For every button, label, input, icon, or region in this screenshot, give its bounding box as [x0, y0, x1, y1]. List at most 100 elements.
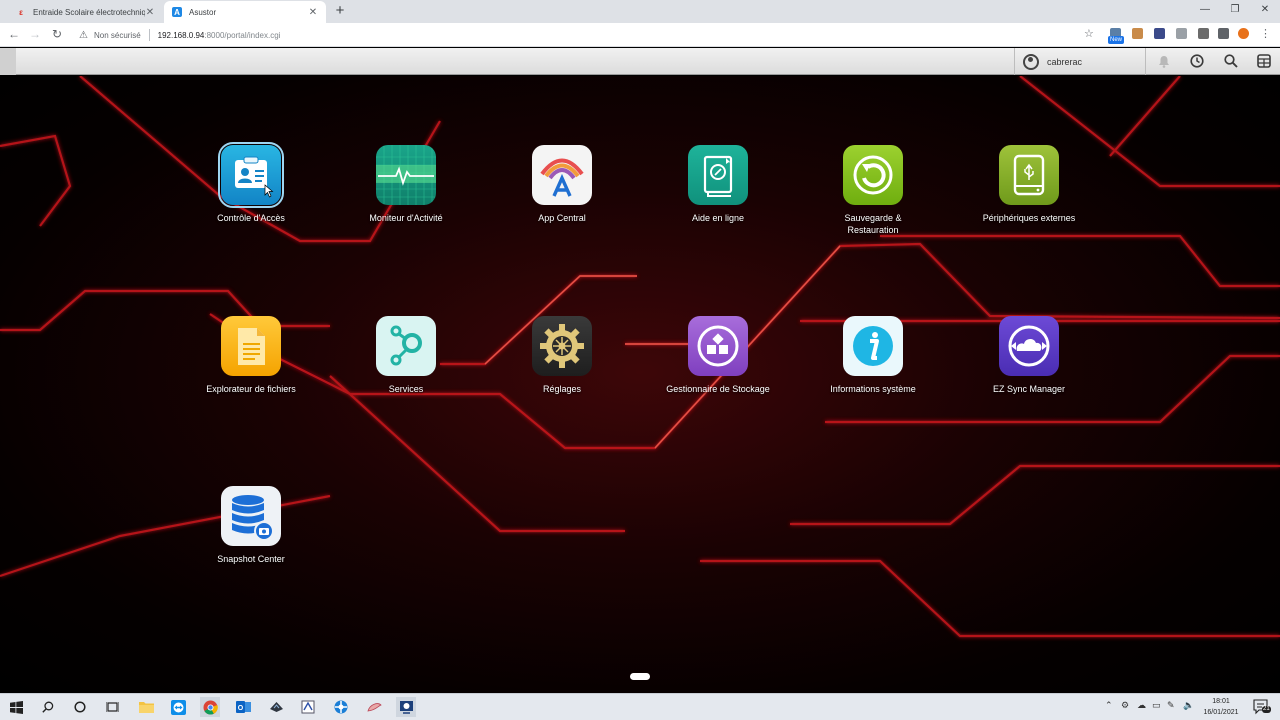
- user-menu[interactable]: cabrerac: [1014, 48, 1146, 75]
- folder-icon[interactable]: [136, 697, 156, 717]
- tab-entraide[interactable]: ε Entraide Scolaire électrotechnique ✕: [8, 1, 163, 23]
- app-icon[interactable]: [364, 697, 384, 717]
- app-label: Explorateur de fichiers: [206, 384, 296, 394]
- tray-app-icon[interactable]: ✎: [1167, 700, 1175, 711]
- external-devices-icon: [999, 145, 1059, 205]
- app-label: Services: [388, 384, 424, 394]
- entraide-favicon-icon: ε: [19, 7, 23, 17]
- system-info-icon: [843, 316, 903, 376]
- reload-icon[interactable]: ↻: [49, 26, 65, 42]
- app-central-icon: [532, 145, 592, 205]
- close-window-icon[interactable]: ✕: [1250, 0, 1280, 20]
- activity-monitor-icon: [376, 145, 436, 205]
- clock-time: 18:01: [1212, 698, 1230, 705]
- minimize-icon[interactable]: —: [1190, 0, 1220, 20]
- asustor-control-center-icon[interactable]: [396, 697, 416, 717]
- notification-count: 21: [1262, 706, 1271, 713]
- snapshot-center-icon: [221, 486, 281, 546]
- tab-title: Entraide Scolaire électrotechnique: [33, 7, 145, 17]
- app-label: App Central: [538, 213, 586, 223]
- dashboard-clock-icon[interactable]: [1188, 52, 1206, 70]
- network-icon[interactable]: ▭: [1152, 700, 1161, 711]
- close-tab-icon[interactable]: ✕: [145, 7, 155, 18]
- bell-icon[interactable]: [1155, 52, 1173, 70]
- address-bar[interactable]: ⚠ Non sécurisé 192.168.0.94:8000/portal/…: [73, 25, 1103, 45]
- settings-icon: [532, 316, 592, 376]
- file-explorer-icon: [221, 316, 281, 376]
- tab-title: Asustor: [189, 7, 217, 17]
- app-label: Snapshot Center: [217, 554, 285, 564]
- app-system-info[interactable]: Informations système: [818, 316, 928, 395]
- notification-center-icon[interactable]: 21: [1252, 697, 1272, 717]
- app-activity-monitor[interactable]: Moniteur d'Activité: [351, 145, 461, 224]
- security-label: Non sécurisé: [93, 30, 141, 40]
- app-backup-restore[interactable]: Sauvegarde & Restauration: [818, 145, 928, 236]
- app-storage-manager[interactable]: Gestionnaire de Stockage: [663, 316, 773, 395]
- windows-start-icon[interactable]: [6, 697, 26, 717]
- svg-text:O: O: [237, 705, 243, 712]
- warning-icon: ⚠: [79, 29, 88, 41]
- puzzle-icon[interactable]: [1198, 28, 1209, 39]
- page-indicator[interactable]: [630, 673, 650, 680]
- tray-app-icon[interactable]: ⚙: [1121, 700, 1129, 711]
- services-icon: [376, 316, 436, 376]
- app-label: Gestionnaire de Stockage: [666, 384, 770, 394]
- bookmark-star-icon[interactable]: ☆: [1084, 27, 1094, 40]
- search-icon[interactable]: [1222, 52, 1240, 70]
- browser-menu-icon[interactable]: ⋮: [1260, 27, 1271, 40]
- profile-avatar[interactable]: [1238, 28, 1249, 39]
- close-tab-icon[interactable]: ✕: [308, 7, 318, 18]
- app-app-central[interactable]: App Central: [507, 145, 617, 224]
- app-snapshot-center[interactable]: Snapshot Center: [196, 486, 306, 565]
- ez-sync-icon: [999, 316, 1059, 376]
- widgets-icon[interactable]: [1255, 52, 1273, 70]
- url-host: 192.168.0.94: [157, 30, 205, 40]
- extension-icon[interactable]: [1176, 28, 1187, 39]
- omnibox-divider: [148, 29, 150, 41]
- cortana-icon[interactable]: [70, 697, 90, 717]
- app-label: Aide en ligne: [691, 213, 745, 223]
- asustor-favicon-icon: A: [172, 7, 182, 17]
- app-access-control[interactable]: Contrôle d'Accès: [196, 142, 306, 224]
- app-external-devices[interactable]: Périphériques externes: [974, 145, 1084, 224]
- app-settings[interactable]: Réglages: [507, 316, 617, 395]
- app-icon[interactable]: [298, 697, 318, 717]
- restore-icon[interactable]: ❐: [1220, 0, 1250, 20]
- forward-icon[interactable]: →: [27, 26, 43, 42]
- new-tab-icon[interactable]: +: [332, 2, 348, 19]
- app-online-help[interactable]: Aide en ligne: [663, 145, 773, 224]
- search-icon[interactable]: [38, 697, 58, 717]
- volume-icon[interactable]: 🔈: [1183, 700, 1194, 711]
- backup-restore-icon: [843, 145, 903, 205]
- clock[interactable]: 18:01 16/01/2021: [1196, 696, 1246, 718]
- screen: ε Entraide Scolaire électrotechnique ✕ A…: [0, 0, 1280, 720]
- reading-list-icon[interactable]: [1218, 28, 1229, 39]
- extension-icon[interactable]: [1132, 28, 1143, 39]
- browser-tabstrip: ε Entraide Scolaire électrotechnique ✕ A…: [0, 0, 1280, 23]
- browser-toolbar: ← → ↻ ⚠ Non sécurisé 192.168.0.94:8000/p…: [0, 23, 1280, 47]
- online-help-icon: [688, 145, 748, 205]
- access-control-icon: [218, 142, 284, 208]
- task-view-icon[interactable]: [102, 697, 122, 717]
- outlook-icon[interactable]: O: [233, 697, 253, 717]
- app-services[interactable]: Services: [351, 316, 461, 395]
- onedrive-icon[interactable]: ☁: [1137, 700, 1146, 711]
- tray-chevron-icon[interactable]: ⌃: [1105, 700, 1113, 711]
- adm-desktop: [0, 76, 1280, 693]
- tab-asustor[interactable]: A Asustor ✕: [164, 1, 326, 23]
- app-icon[interactable]: [331, 697, 351, 717]
- storage-manager-icon: [688, 316, 748, 376]
- app-file-explorer[interactable]: Explorateur de fichiers: [196, 316, 306, 395]
- app-ez-sync[interactable]: EZ Sync Manager: [974, 316, 1084, 395]
- windows-taskbar: O ⌃ ⚙ ☁ ▭ ✎ 🔈 18:01 16/01/2021 21: [0, 693, 1280, 720]
- adm-menu-handle[interactable]: [0, 48, 16, 75]
- back-icon[interactable]: ←: [6, 26, 22, 42]
- circuit-wallpaper: [0, 76, 1280, 638]
- extension-icon[interactable]: [1154, 28, 1165, 39]
- app-label: Moniteur d'Activité: [369, 213, 443, 223]
- app-label: Réglages: [542, 384, 582, 394]
- teamviewer-icon[interactable]: [168, 697, 188, 717]
- app-icon[interactable]: [266, 697, 286, 717]
- chrome-icon[interactable]: [200, 697, 220, 717]
- username: cabrerac: [1047, 56, 1083, 67]
